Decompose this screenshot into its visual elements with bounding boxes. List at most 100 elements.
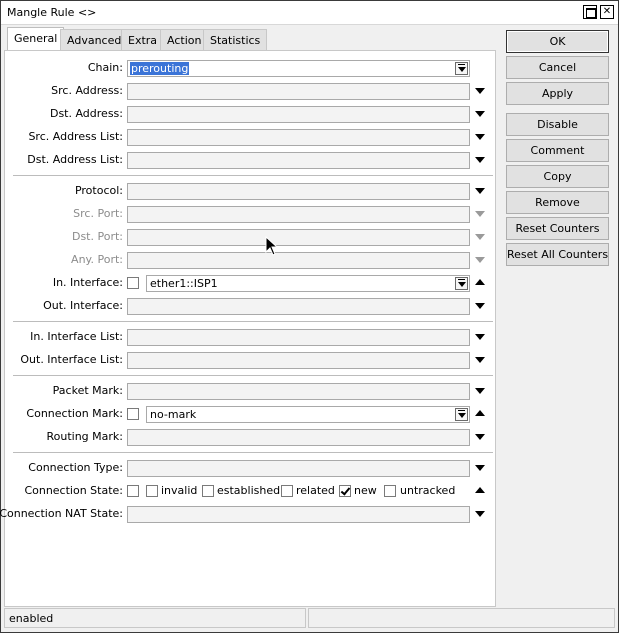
protocol-expand-icon[interactable] [475,188,485,194]
tab-advanced[interactable]: Advanced [60,29,129,51]
routing-mark-label: Routing Mark: [46,430,123,443]
packet-mark-label: Packet Mark: [52,384,123,397]
src-address-list-label: Src. Address List: [28,130,123,143]
any-port-label: Any. Port: [71,253,123,266]
chain-select[interactable]: prerouting [127,60,470,77]
in-interface-row: In. Interface: ether1::ISP1 [5,275,495,292]
connection-nat-state-field[interactable] [127,506,470,523]
protocol-row: Protocol: [5,183,495,200]
status-secondary [308,608,615,628]
chain-dropdown-button[interactable] [455,62,468,75]
in-interface-label: In. Interface: [52,276,123,289]
dst-address-list-label: Dst. Address List: [27,153,123,166]
dst-address-expand-icon[interactable] [475,111,485,117]
src-address-list-expand-icon[interactable] [475,134,485,140]
state-invalid-checkbox[interactable] [146,485,158,497]
connection-type-row: Connection Type: [5,460,495,477]
state-established-label: established [217,484,281,497]
ok-button[interactable]: OK [506,30,609,53]
connection-mark-negate-checkbox[interactable] [127,408,139,420]
reset-counters-button[interactable]: Reset Counters [506,217,609,240]
separator [13,175,493,176]
connection-nat-state-label: Connection NAT State: [0,507,123,520]
maximize-button[interactable] [583,5,597,19]
mouse-cursor-icon [265,236,279,256]
src-address-label: Src. Address: [51,84,123,97]
out-interface-row: Out. Interface: [5,298,495,315]
connection-state-negate-checkbox[interactable] [127,485,139,497]
status-bar: enabled [4,608,615,630]
in-interface-collapse-icon[interactable] [475,279,485,285]
in-interface-value: ether1::ISP1 [150,277,218,290]
in-interface-list-expand-icon[interactable] [475,334,485,340]
in-interface-list-field[interactable] [127,329,470,346]
out-interface-list-field[interactable] [127,352,470,369]
routing-mark-field[interactable] [127,429,470,446]
src-address-list-row: Src. Address List: [5,129,495,146]
chain-label: Chain: [87,61,123,74]
src-address-list-field[interactable] [127,129,470,146]
mangle-rule-window: Mangle Rule <> ✕ General Advanced Extra … [0,0,619,633]
in-interface-list-row: In. Interface List: [5,329,495,346]
state-untracked-checkbox[interactable] [384,485,396,497]
connection-type-label: Connection Type: [28,461,123,474]
src-port-field [127,206,470,223]
comment-button[interactable]: Comment [506,139,609,162]
dst-address-label: Dst. Address: [49,107,123,120]
connection-state-collapse-icon[interactable] [475,487,485,493]
any-port-field [127,252,470,269]
routing-mark-expand-icon[interactable] [475,434,485,440]
out-interface-field[interactable] [127,298,470,315]
apply-button[interactable]: Apply [506,82,609,105]
state-established-checkbox[interactable] [202,485,214,497]
status-text: enabled [4,608,306,628]
out-interface-expand-icon[interactable] [475,303,485,309]
separator [13,375,493,376]
title-bar[interactable]: Mangle Rule <> ✕ [1,1,618,25]
connection-mark-select[interactable]: no-mark [146,406,470,423]
tab-action[interactable]: Action [160,29,209,51]
tab-general[interactable]: General [7,27,65,51]
dst-address-field[interactable] [127,106,470,123]
connection-mark-collapse-icon[interactable] [475,410,485,416]
copy-button[interactable]: Copy [506,165,609,188]
remove-button[interactable]: Remove [506,191,609,214]
in-interface-select[interactable]: ether1::ISP1 [146,275,470,292]
src-address-expand-icon[interactable] [475,88,485,94]
packet-mark-row: Packet Mark: [5,383,495,400]
out-interface-list-label: Out. Interface List: [20,353,123,366]
routing-mark-row: Routing Mark: [5,429,495,446]
connection-type-field[interactable] [127,460,470,477]
connection-state-label: Connection State: [24,484,123,497]
protocol-field[interactable] [127,183,470,200]
in-interface-dropdown-button[interactable] [455,277,468,290]
cancel-button[interactable]: Cancel [506,56,609,79]
connection-mark-value: no-mark [150,408,197,421]
connection-type-expand-icon[interactable] [475,465,485,471]
any-port-expand-icon [475,257,485,263]
dst-address-list-expand-icon[interactable] [475,157,485,163]
state-new-label: new [354,484,377,497]
src-port-label: Src. Port: [73,207,123,220]
packet-mark-expand-icon[interactable] [475,388,485,394]
dst-port-row: Dst. Port: [5,229,495,246]
reset-all-counters-button[interactable]: Reset All Counters [506,243,609,266]
in-interface-negate-checkbox[interactable] [127,277,139,289]
out-interface-list-expand-icon[interactable] [475,357,485,363]
tab-extra[interactable]: Extra [121,29,165,51]
connection-nat-state-expand-icon[interactable] [475,511,485,517]
state-related-checkbox[interactable] [281,485,293,497]
in-interface-list-label: In. Interface List: [30,330,123,343]
close-button[interactable]: ✕ [600,5,614,19]
connection-mark-dropdown-button[interactable] [455,408,468,421]
state-new-checkbox[interactable] [339,485,351,497]
dst-port-label: Dst. Port: [71,230,123,243]
general-panel: Chain: prerouting Src. Address: Dst. Add… [0,50,496,607]
chain-value: prerouting [130,62,190,75]
packet-mark-field[interactable] [127,383,470,400]
disable-button[interactable]: Disable [506,113,609,136]
dst-address-list-field[interactable] [127,152,470,169]
state-untracked-label: untracked [400,484,456,497]
tab-statistics[interactable]: Statistics [203,29,268,51]
src-address-field[interactable] [127,83,470,100]
